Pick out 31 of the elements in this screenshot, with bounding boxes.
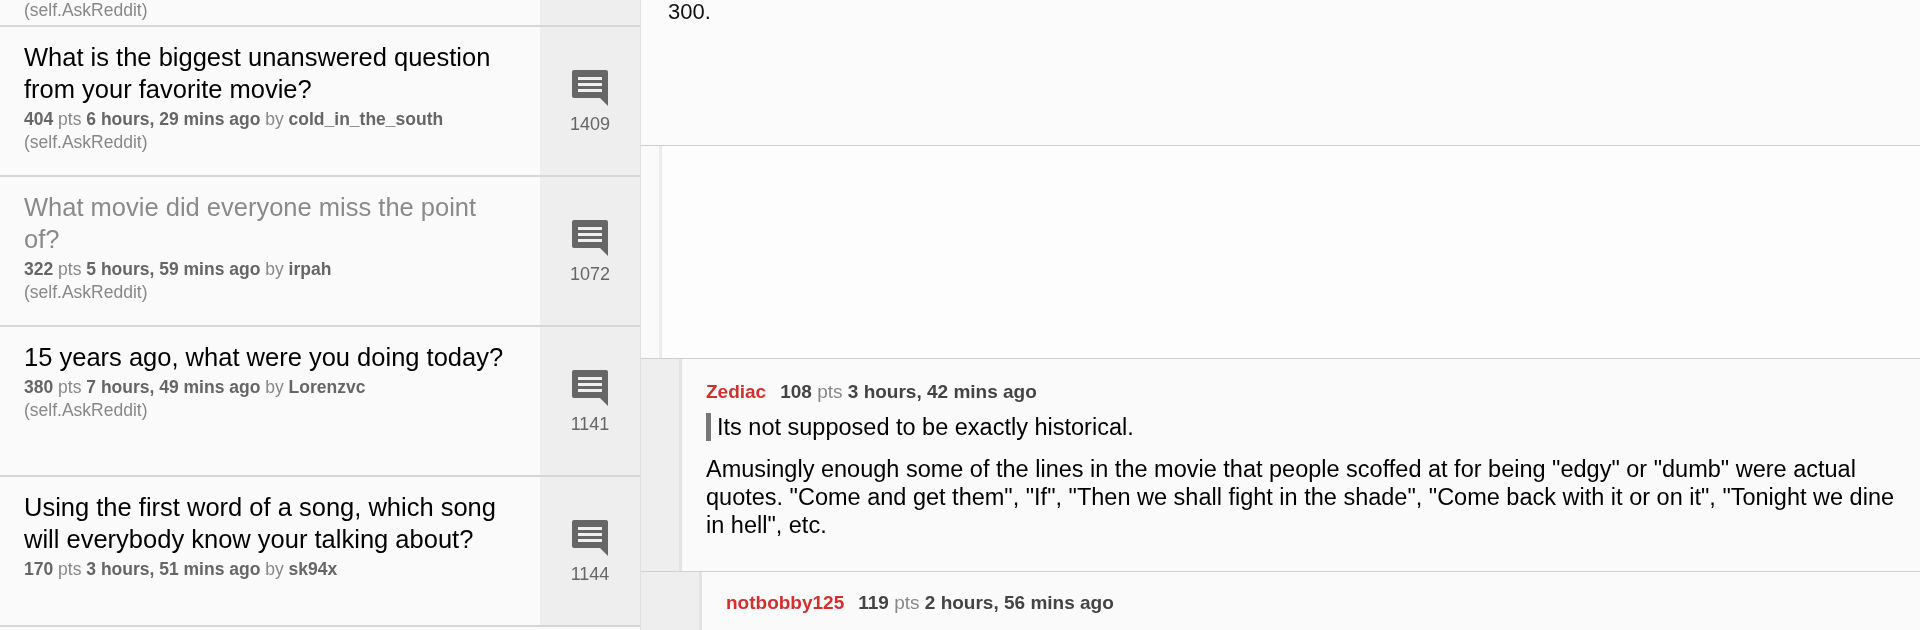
post-meta: 404 pts 6 hours, 29 mins ago by cold_in_the_south bbox=[24, 109, 445, 130]
comment-author[interactable]: Zediac bbox=[706, 381, 767, 403]
comment-text: Amusingly enough some of the lines in the movie that people scoffed at for being "edgy" or "dumb" were actual quotes. "Come and get them", "If", "Then we shall fight in the shade", "Come back with it or on it", "Tonight we dine in hell", etc. bbox=[706, 455, 1896, 539]
post-title: 15 years ago, what were you doing today? bbox=[24, 342, 504, 373]
post-item[interactable]: What movie did everyone miss the point of? 322 pts 5 hours, 59 mins ago by irpah (self.AskReddit) bbox=[0, 177, 540, 325]
comments-button[interactable]: 1409 bbox=[540, 27, 640, 175]
comment-icon bbox=[570, 67, 610, 108]
quote-text: Its not supposed to be exactly historical. bbox=[706, 413, 1900, 441]
post-item[interactable]: Using the first word of a song, which song will everybody know your talking about? 170 pts 3 hours, 51 mins ago by sk94x bbox=[0, 477, 540, 625]
post-meta: 170 pts 3 hours, 51 mins ago by sk94x bbox=[24, 559, 339, 580]
post-item[interactable]: 15 years ago, what were you doing today? 380 pts 7 hours, 49 mins ago by Lorenzvc (self.AskReddit) bbox=[0, 327, 540, 475]
comments-button[interactable]: 1072 bbox=[540, 177, 640, 325]
comment-text: 300. bbox=[668, 0, 712, 24]
post-title: What is the biggest unanswered question from your favorite movie? bbox=[24, 42, 492, 105]
post-item[interactable]: What is the biggest unanswered question from your favorite movie? 404 pts 6 hours, 29 mins ago by cold_in_the_south (self.AskReddit) bbox=[0, 27, 540, 175]
comment-icon bbox=[570, 517, 610, 558]
comment-meta: 119 pts 2 hours, 56 mins ago bbox=[858, 592, 1114, 614]
post-meta: 322 pts 5 hours, 59 mins ago by irpah bbox=[24, 259, 333, 280]
post-title: Using the first word of a song, which song will everybody know your talking about? bbox=[24, 492, 497, 555]
subreddit-label: (self.AskReddit) bbox=[24, 399, 149, 422]
comment-icon bbox=[570, 217, 610, 258]
comment-author[interactable]: notbobby125 bbox=[726, 592, 845, 614]
subreddit-label: (self.AskReddit) bbox=[24, 131, 149, 154]
post-meta: 380 pts 7 hours, 49 mins ago by Lorenzvc bbox=[24, 377, 367, 398]
comments-button[interactable]: 1141 bbox=[540, 327, 640, 475]
subreddit-label: (self.AskReddit) bbox=[24, 281, 149, 304]
comment-icon bbox=[570, 367, 610, 408]
comments-button[interactable]: 1144 bbox=[540, 477, 640, 625]
subreddit-label: (self.AskReddit) bbox=[23, 0, 149, 20]
comment-meta: 108 pts 3 hours, 42 mins ago bbox=[780, 381, 1037, 403]
post-title: What movie did everyone miss the point of? bbox=[24, 192, 478, 255]
